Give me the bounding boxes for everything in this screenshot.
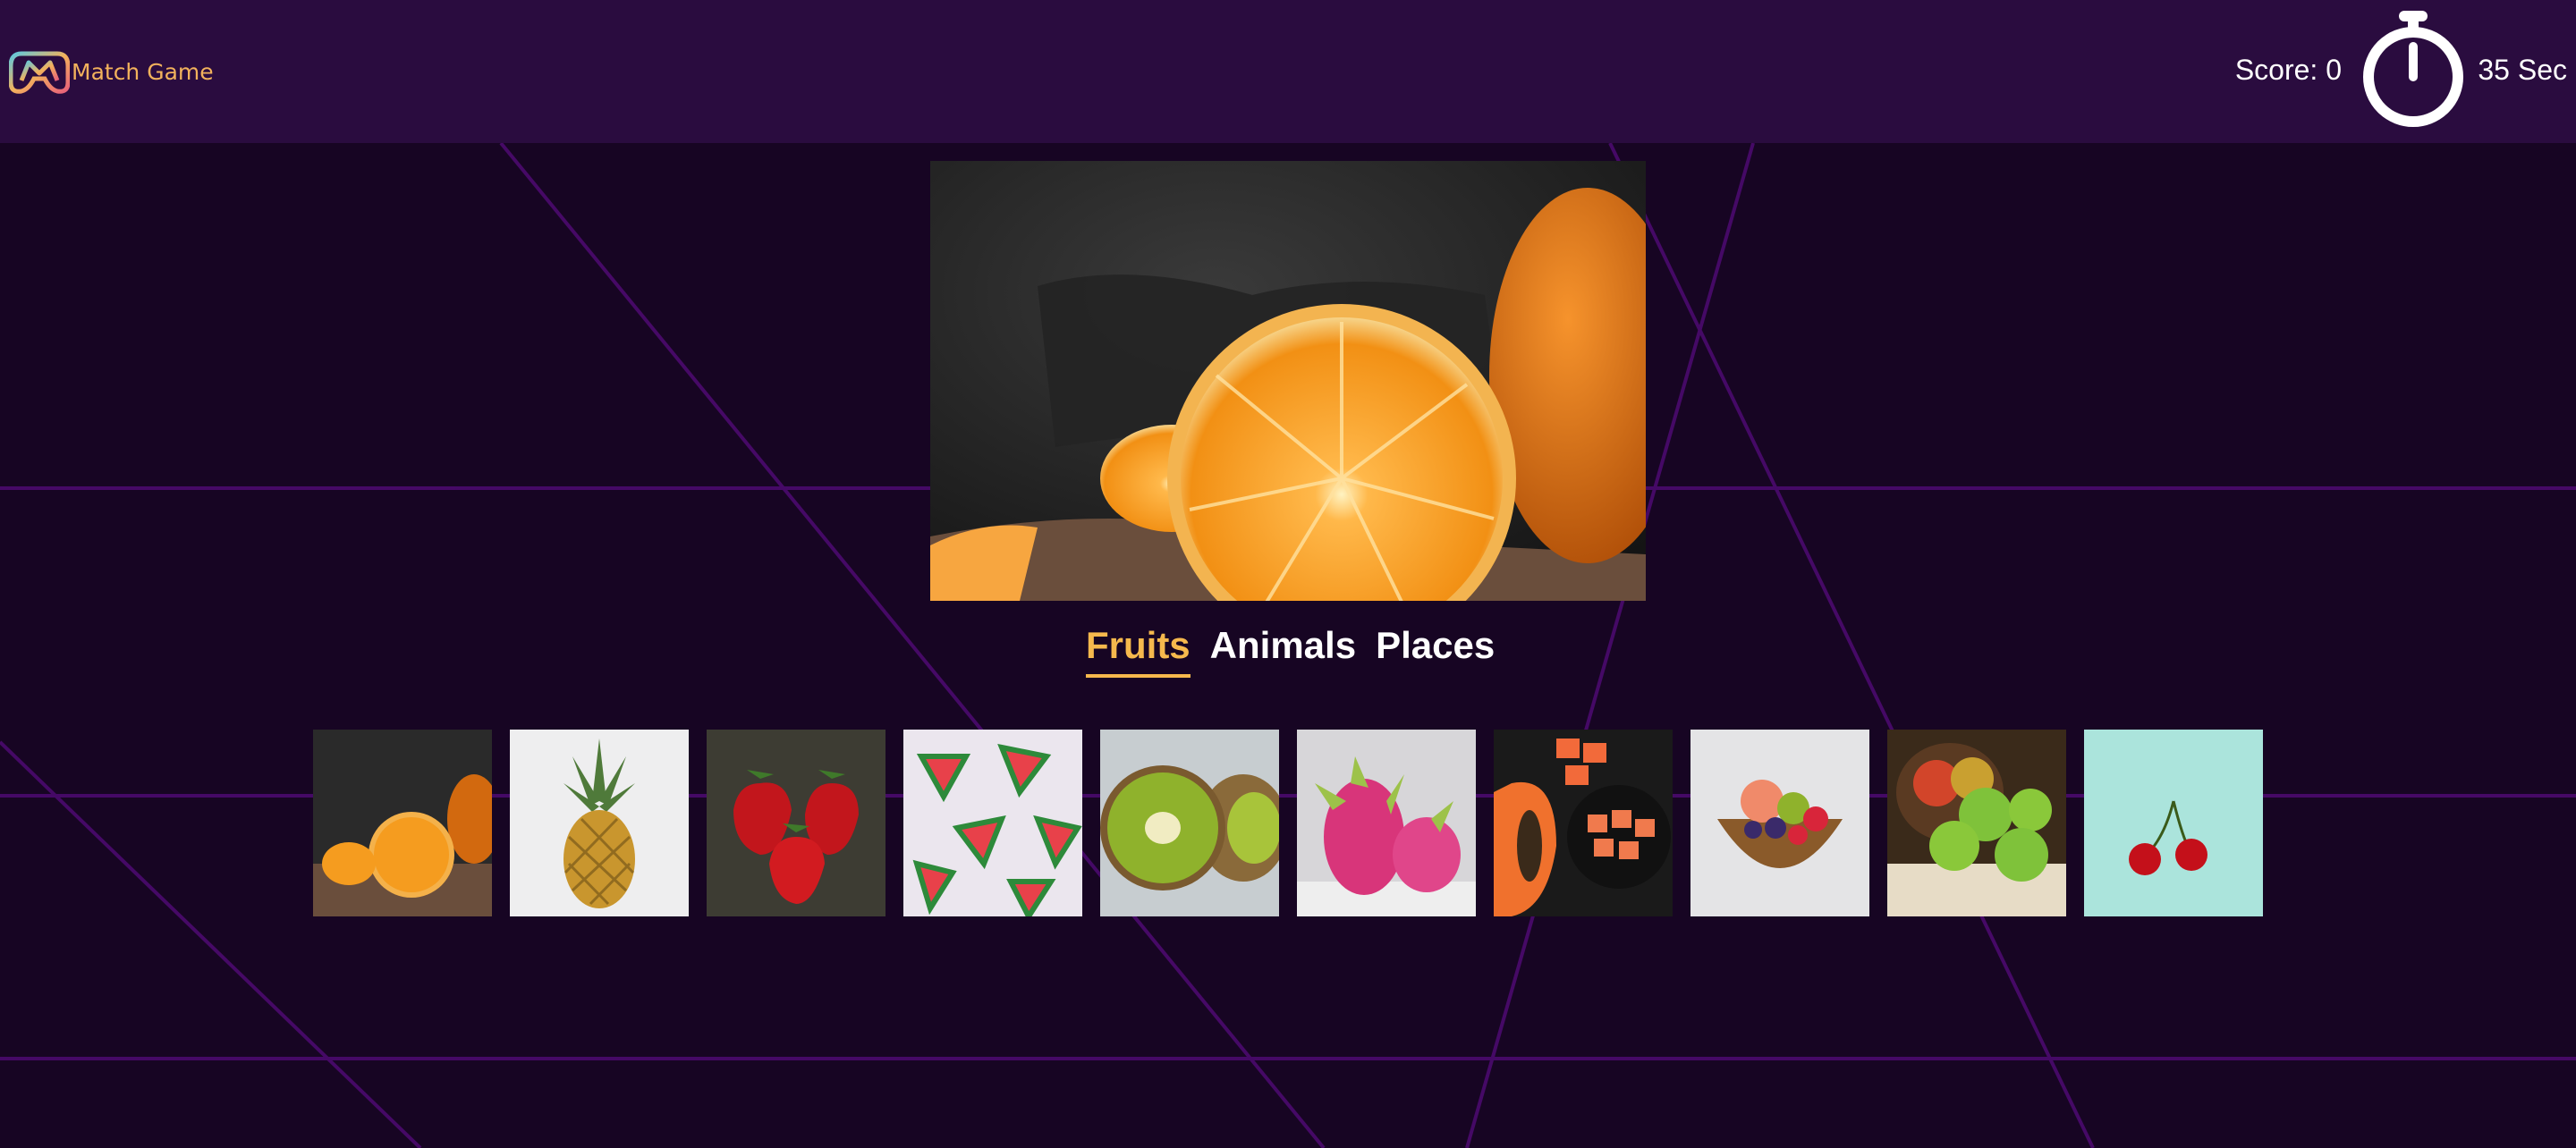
hero-orange-image bbox=[930, 161, 1646, 601]
thumbnail-watermelon[interactable] bbox=[903, 730, 1082, 916]
category-tabs: Fruits Animals Places bbox=[1086, 624, 1495, 678]
tab-animals[interactable]: Animals bbox=[1210, 624, 1356, 678]
thumbnail-dragon-fruit[interactable] bbox=[1297, 730, 1476, 916]
thumbnail-papaya[interactable] bbox=[1494, 730, 1673, 916]
top-navbar: Match Game Score: 0 35 Sec bbox=[0, 0, 2576, 143]
thumbnail-pineapple[interactable] bbox=[510, 730, 689, 916]
gamepad-logo-icon bbox=[9, 51, 70, 94]
tab-fruits[interactable]: Fruits bbox=[1086, 624, 1191, 678]
hero-image bbox=[930, 161, 1646, 601]
stopwatch-icon bbox=[2363, 11, 2463, 127]
app-title: Match Game bbox=[72, 58, 214, 85]
app-logo[interactable]: Match Game bbox=[9, 46, 214, 97]
timer-display: 35 Sec bbox=[2478, 54, 2567, 86]
thumbnail-kiwi[interactable] bbox=[1100, 730, 1279, 916]
tab-places[interactable]: Places bbox=[1376, 624, 1495, 678]
score-display: Score: 0 bbox=[2234, 54, 2342, 86]
thumbnail-cherries[interactable] bbox=[2084, 730, 2263, 916]
thumbnail-strawberries[interactable] bbox=[707, 730, 886, 916]
thumbnail-orange[interactable] bbox=[313, 730, 492, 916]
thumbnail-fruit-bowl[interactable] bbox=[1690, 730, 1869, 916]
thumbnail-apples[interactable] bbox=[1887, 730, 2066, 916]
thumbnail-strip bbox=[313, 730, 2263, 916]
